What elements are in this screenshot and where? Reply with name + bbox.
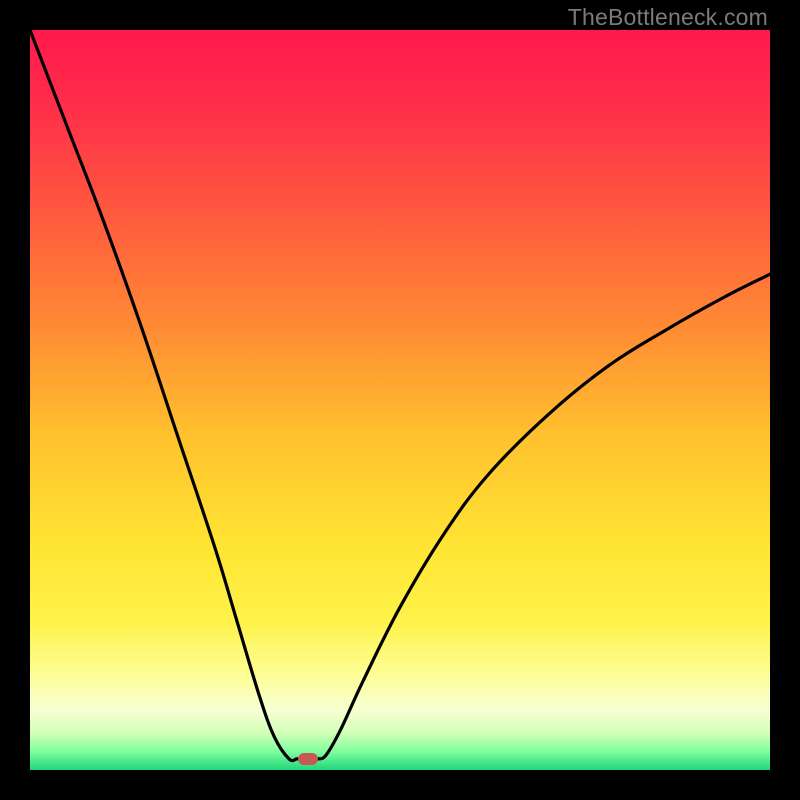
watermark-text: TheBottleneck.com bbox=[568, 4, 768, 31]
optimal-marker bbox=[298, 753, 318, 765]
chart-plot-area bbox=[30, 30, 770, 770]
outer-frame: TheBottleneck.com bbox=[0, 0, 800, 800]
bottleneck-curve bbox=[30, 30, 770, 770]
